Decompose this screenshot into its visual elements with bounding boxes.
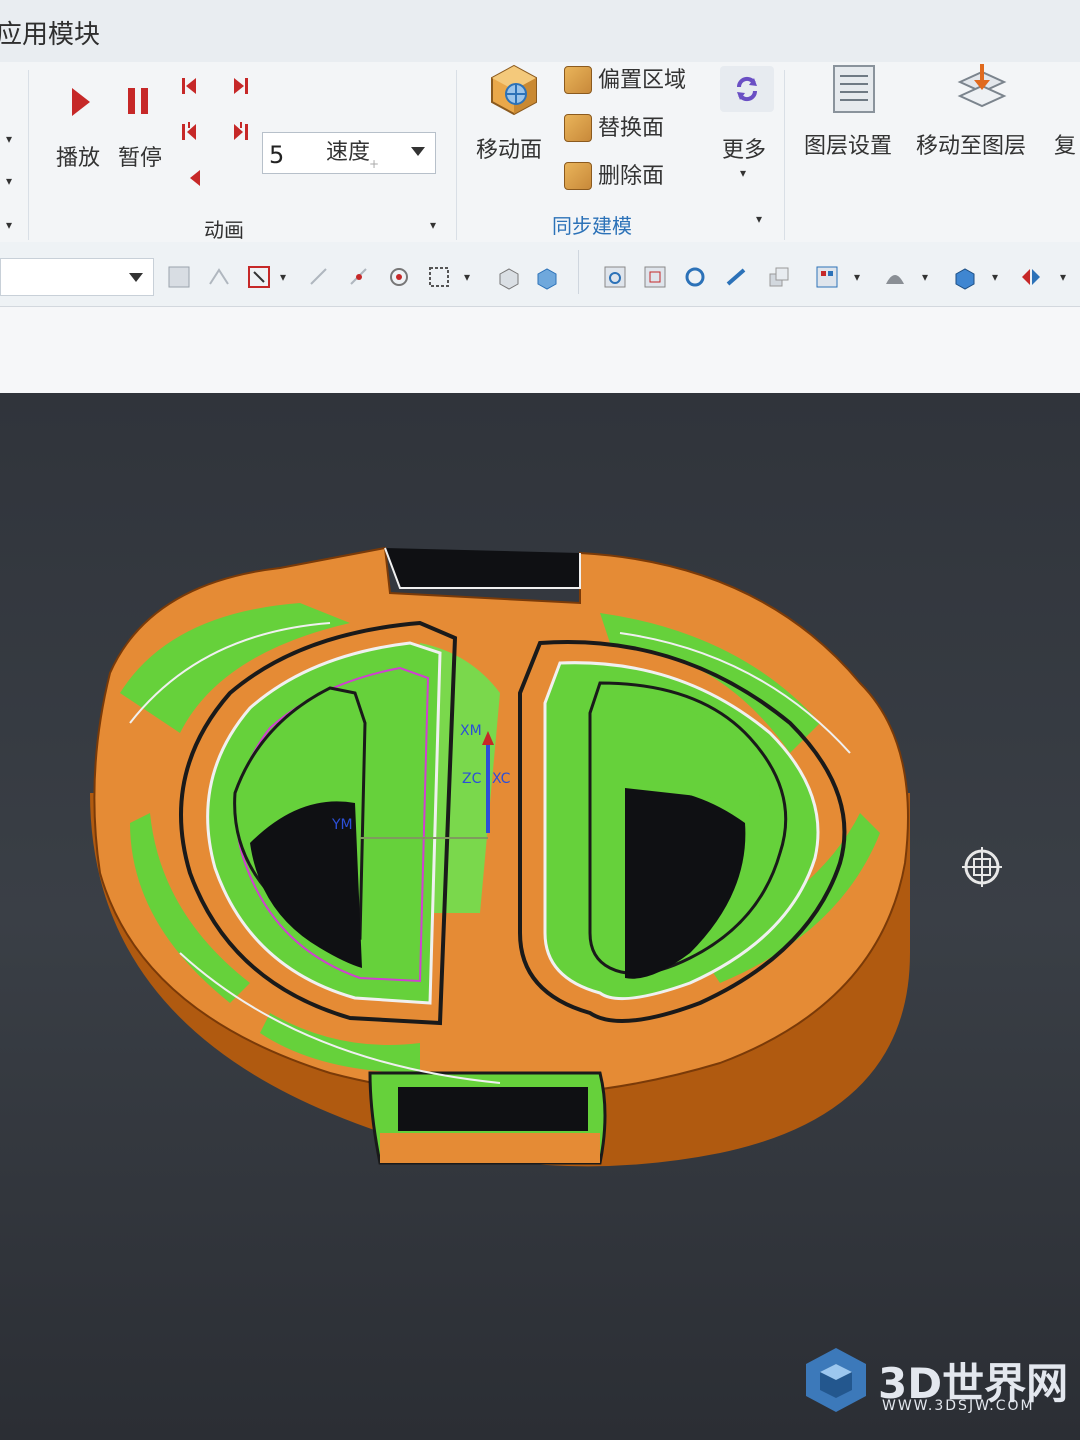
chevron-down-icon[interactable]: ▾: [6, 218, 22, 234]
rotate-icon[interactable]: [682, 264, 708, 290]
shaded-cube-icon[interactable]: [534, 264, 560, 290]
move-to-layer-label: 移动至图层: [916, 134, 1027, 159]
snap-end-icon[interactable]: [306, 264, 332, 290]
move-face-icon: [491, 64, 537, 116]
refresh-icon: [736, 76, 758, 102]
delete-face-icon: [564, 162, 592, 190]
chevron-down-icon: [129, 273, 143, 282]
fit-view-icon[interactable]: [602, 264, 628, 290]
step-forward-icon[interactable]: [228, 74, 252, 98]
layer-settings-icon: [833, 65, 875, 113]
snap-icon[interactable]: [166, 264, 192, 290]
delete-face-label: 删除面: [598, 164, 665, 189]
triad-label-zc: ZC: [462, 771, 482, 787]
title-bar: 应用模块: [0, 0, 1080, 63]
pan-icon[interactable]: [724, 264, 750, 290]
move-to-layer-button[interactable]: 移动至图层: [914, 62, 1044, 172]
shaded-edges-icon[interactable]: [952, 264, 978, 290]
chevron-down-icon[interactable]: ▾: [1060, 270, 1066, 284]
offset-region-label: 偏置区域: [598, 68, 687, 93]
divider: [28, 70, 29, 240]
layer-settings-label: 图层设置: [804, 134, 893, 159]
move-face-label: 移动面: [476, 138, 543, 163]
app-title: 应用模块: [0, 20, 101, 50]
snap-center-icon[interactable]: [386, 264, 412, 290]
forward-to-end-icon[interactable]: [228, 120, 252, 144]
box-select-icon[interactable]: [426, 264, 452, 290]
view-orient-icon[interactable]: [814, 264, 840, 290]
snap-point-icon[interactable]: [206, 264, 232, 290]
zoom-area-icon[interactable]: [642, 264, 668, 290]
replace-face-button[interactable]: 替换面: [562, 110, 712, 144]
zoom-icon[interactable]: [766, 264, 792, 290]
pause-label: 暂停: [118, 146, 163, 171]
play-reverse-icon[interactable]: [184, 166, 208, 190]
speed-value: 5: [269, 141, 285, 169]
rewind-to-start-icon[interactable]: [178, 120, 202, 144]
render-style-icon[interactable]: [882, 264, 908, 290]
watermark-url: WWW.3DSJW.COM: [882, 1398, 1035, 1414]
chevron-down-icon[interactable]: ▾: [854, 270, 860, 284]
pause-button[interactable]: 暂停: [118, 84, 168, 174]
layer-settings-button[interactable]: 图层设置: [800, 62, 906, 172]
snap-mid-icon[interactable]: [346, 264, 372, 290]
move-to-layer-icon: [957, 64, 1007, 108]
part-model[interactable]: [0, 393, 1080, 1440]
tab-strip-area: [0, 307, 1080, 393]
wireframe-cube-icon[interactable]: [496, 264, 522, 290]
watermark: 3D世界网 WWW.3DSJW.COM: [800, 1344, 1070, 1424]
selection-filter-dropdown[interactable]: [0, 258, 154, 296]
move-face-button[interactable]: 移动面: [474, 62, 554, 172]
more-label: 更多: [722, 138, 767, 163]
cad-application: 应用模块 ▾ ▾ ▾ 播放 暂停 5 + 速度 动画 ▾ 移动面 偏置区域 替换…: [0, 0, 1080, 1440]
triad-label-xc: XC: [492, 771, 511, 787]
play-label: 播放: [56, 146, 101, 171]
chevron-down-icon[interactable]: ▾: [280, 270, 286, 284]
more-button[interactable]: 更多 ▾: [716, 66, 776, 182]
chevron-down-icon[interactable]: ▾: [6, 132, 22, 148]
triad-label-xm: XM: [460, 723, 482, 739]
copy-label[interactable]: 复: [1054, 128, 1076, 160]
pause-icon: [128, 88, 148, 114]
delete-face-button[interactable]: 删除面: [562, 158, 712, 192]
chevron-down-icon: ▾: [740, 166, 747, 180]
crosshair-icon: [962, 847, 1002, 887]
triad-label-ym: YM: [332, 817, 353, 833]
chevron-down-icon[interactable]: ▾: [992, 270, 998, 284]
speed-label: 速度: [326, 140, 371, 165]
chevron-down-icon[interactable]: ▾: [6, 174, 22, 190]
step-back-icon[interactable]: [178, 74, 202, 98]
replace-face-icon: [564, 114, 592, 142]
divider: [456, 70, 457, 240]
select-icon[interactable]: [246, 264, 272, 290]
chevron-down-icon[interactable]: ▾: [922, 270, 928, 284]
chevron-down-icon[interactable]: ▾: [464, 270, 470, 284]
group-options-icon[interactable]: ▾: [756, 212, 762, 226]
ribbon: ▾ ▾ ▾ 播放 暂停 5 + 速度 动画 ▾ 移动面 偏置区域 替换面 删除面…: [0, 62, 1080, 243]
offset-region-icon: [564, 66, 592, 94]
divider: [784, 70, 785, 240]
play-button[interactable]: 播放: [56, 84, 106, 174]
group-options-icon[interactable]: ▾: [430, 218, 436, 232]
animation-group-label: 动画: [204, 218, 244, 242]
offset-region-button[interactable]: 偏置区域: [562, 62, 712, 96]
play-icon: [72, 88, 90, 116]
brand-logo-icon: [806, 1348, 866, 1412]
sync-modeling-group-label: 同步建模: [552, 214, 632, 238]
graphics-viewport[interactable]: YM XM ZC XC: [0, 393, 1080, 1440]
chevron-down-icon: [411, 147, 425, 156]
section-view-icon[interactable]: [1018, 264, 1044, 290]
replace-face-label: 替换面: [598, 116, 665, 141]
